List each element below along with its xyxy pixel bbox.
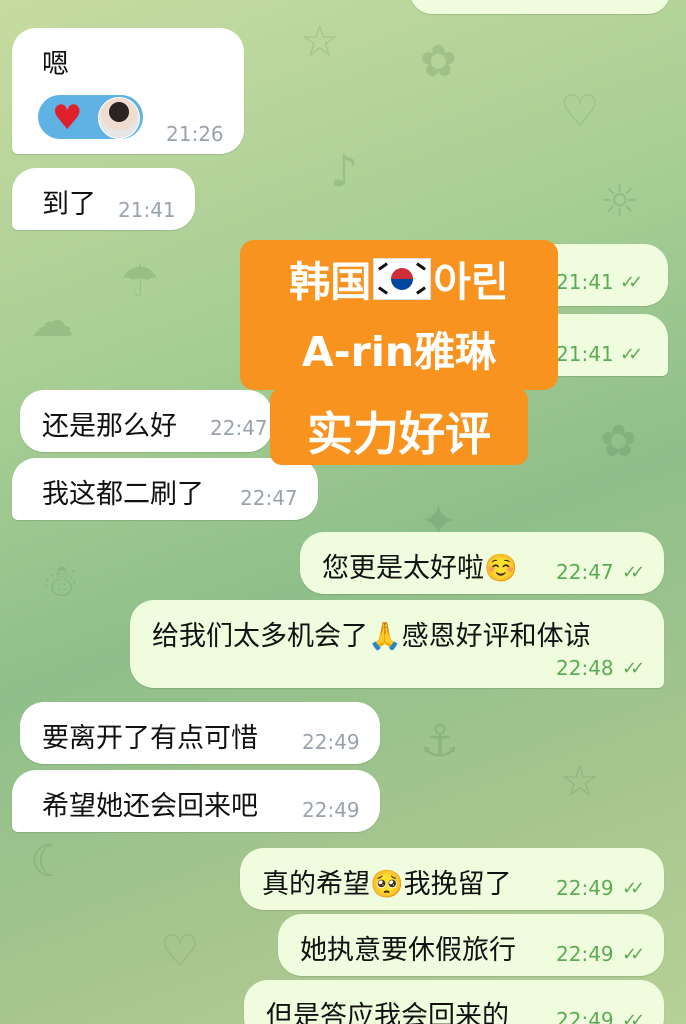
doodle-flower-icon: ✿ bbox=[420, 36, 457, 87]
message-bubble-incoming[interactable]: 我这都二刷了 22:47 bbox=[12, 458, 318, 520]
double-check-icon: ✓✓ bbox=[620, 272, 643, 293]
chat-view[interactable]: ☆ ✿ ♡ ♪ ☼ ☁ ☂ ✿ ✦ ☃ ☾ ♡ ⚓ ☆ 嗯 ♥ 21:26 到了… bbox=[0, 0, 686, 1024]
promo-line-2: A-rin雅琳 bbox=[301, 328, 497, 376]
promo-line-1: 韩国 아린 bbox=[240, 248, 558, 308]
promo-line-3: 实力好评 bbox=[307, 407, 491, 461]
promo-overlay: 韩国 아린 A-rin雅琳 bbox=[240, 240, 558, 390]
double-check-icon: ✓✓ bbox=[622, 658, 645, 679]
message-bubble-incoming[interactable]: 到了 21:41 bbox=[12, 168, 195, 230]
message-time: 21:41 bbox=[556, 270, 614, 294]
doodle-snowman-icon: ☃ bbox=[40, 556, 80, 607]
message-time: 22:49 bbox=[556, 876, 614, 900]
message-time: 22:49 bbox=[302, 730, 360, 754]
doodle-cloud-icon: ☁ bbox=[30, 296, 74, 347]
doodle-heart-icon: ♡ bbox=[560, 86, 600, 137]
message-bubble-outgoing[interactable]: 给我们太多机会了🙏感恩好评和体谅 22:48 ✓✓ bbox=[130, 600, 664, 688]
message-text: 嗯 bbox=[42, 49, 69, 80]
promo-country: 韩国 bbox=[289, 258, 372, 306]
message-bubble-incoming[interactable]: 还是那么好 22:47 bbox=[20, 390, 272, 452]
message-bubble-partial[interactable] bbox=[410, 0, 670, 14]
message-text: 希望她还会回来吧 bbox=[42, 791, 258, 822]
message-bubble-outgoing[interactable]: 您更是太好啦☺️ 22:47 ✓✓ bbox=[300, 532, 664, 594]
reaction-chip[interactable]: ♥ bbox=[38, 95, 143, 139]
message-bubble-outgoing[interactable]: 她执意要休假旅行 22:49 ✓✓ bbox=[278, 914, 664, 976]
message-time: 22:47 bbox=[210, 416, 268, 440]
south-korea-flag-icon bbox=[373, 258, 432, 300]
doodle-music-icon: ♪ bbox=[330, 146, 359, 197]
message-time: 22:49 bbox=[556, 1008, 614, 1024]
avatar bbox=[98, 97, 140, 139]
message-time: 21:41 bbox=[556, 342, 614, 366]
doodle-flower-icon: ✿ bbox=[600, 416, 637, 467]
double-check-icon: ✓✓ bbox=[620, 344, 643, 365]
message-text: 您更是太好啦☺️ bbox=[322, 553, 518, 584]
doodle-umbrella-icon: ☂ bbox=[120, 256, 160, 307]
doodle-moon-icon: ☾ bbox=[30, 836, 70, 887]
double-check-icon: ✓✓ bbox=[622, 1010, 645, 1024]
message-text: 要离开了有点可惜 bbox=[42, 723, 258, 754]
message-time: 21:41 bbox=[118, 198, 176, 222]
message-time: 22:47 bbox=[556, 560, 614, 584]
message-text: 真的希望🥺我挽留了 bbox=[262, 869, 512, 900]
message-text: 还是那么好 bbox=[42, 411, 177, 442]
message-text: 到了 bbox=[42, 189, 96, 220]
message-text: 我这都二刷了 bbox=[42, 479, 204, 510]
message-time: 22:47 bbox=[240, 486, 298, 510]
message-bubble-outgoing[interactable]: 但是答应我会回来的 22:49 ✓✓ bbox=[244, 980, 664, 1024]
message-bubble-incoming[interactable]: 希望她还会回来吧 22:49 bbox=[12, 770, 380, 832]
promo-korean-name: 아린 bbox=[433, 258, 509, 306]
doodle-anchor-icon: ⚓ bbox=[420, 716, 460, 767]
double-check-icon: ✓✓ bbox=[622, 562, 645, 583]
doodle-heart-icon: ♡ bbox=[160, 926, 200, 977]
message-time: 22:49 bbox=[302, 798, 360, 822]
double-check-icon: ✓✓ bbox=[622, 878, 645, 899]
message-bubble-incoming[interactable]: 要离开了有点可惜 22:49 bbox=[20, 702, 380, 764]
message-bubble-outgoing[interactable]: 真的希望🥺我挽留了 22:49 ✓✓ bbox=[240, 848, 664, 910]
doodle-star-icon: ☆ bbox=[300, 16, 340, 67]
message-text: 但是答应我会回来的 bbox=[266, 1001, 509, 1024]
message-time: 22:48 bbox=[556, 656, 614, 680]
doodle-star-icon: ☆ bbox=[560, 756, 600, 807]
message-text: 给我们太多机会了🙏感恩好评和体谅 bbox=[152, 621, 591, 652]
promo-overlay-bottom: 实力好评 bbox=[270, 388, 528, 465]
message-time: 21:26 bbox=[166, 122, 224, 146]
double-check-icon: ✓✓ bbox=[622, 944, 645, 965]
doodle-sun-icon: ☼ bbox=[600, 176, 640, 227]
message-time: 22:49 bbox=[556, 942, 614, 966]
message-text: 她执意要休假旅行 bbox=[300, 935, 516, 966]
heart-icon: ♥ bbox=[52, 98, 83, 138]
message-bubble-incoming[interactable]: 嗯 ♥ 21:26 bbox=[12, 28, 244, 154]
